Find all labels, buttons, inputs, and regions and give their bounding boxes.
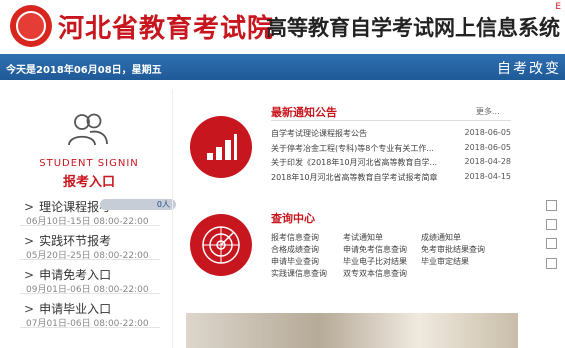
radar-icon xyxy=(190,214,252,276)
date-bar: 今天是2018年06月08日，星期五 自考改变 xyxy=(0,54,565,80)
menu-item-label: 申请免考入口 xyxy=(24,266,111,283)
side-checkbox[interactable] xyxy=(546,200,557,211)
signin-menu: 理论课程报考 0人 06月10日-15日 08:00-22:00 实践环节报考 … xyxy=(20,192,176,329)
side-checkbox[interactable] xyxy=(546,219,557,230)
news-item-date: 2018-06-05 xyxy=(464,142,512,152)
system-title: 高等教育自学考试网上信息系统 xyxy=(266,16,560,40)
menu-item-theory[interactable]: 理论课程报考 0人 06月10日-15日 08:00-22:00 xyxy=(20,192,176,227)
count-badge: 0人 xyxy=(100,199,176,210)
query-link[interactable]: 申请毕业查询 xyxy=(271,256,319,267)
logo-icon xyxy=(10,5,52,47)
query-link[interactable]: 成绩通知单 xyxy=(421,232,461,243)
news-item[interactable]: 关于印发《2018年10月河北省高等教育自学... 2018-04-28 xyxy=(271,156,515,171)
query-section-title: 查询中心 xyxy=(271,212,315,225)
news-section-title: 最新通知公告 xyxy=(271,106,337,119)
news-item[interactable]: 自学考试理论课程报考公告 2018-06-05 xyxy=(271,127,515,142)
news-divider xyxy=(271,120,511,121)
query-link[interactable]: 考试通知单 xyxy=(343,232,383,243)
current-date: 今天是2018年06月08日，星期五 xyxy=(6,65,162,76)
column-divider xyxy=(172,90,173,348)
signin-title-en: STUDENT SIGNIN xyxy=(39,158,139,169)
query-link[interactable]: 报考信息查询 xyxy=(271,232,319,243)
news-item-date: 2018-04-15 xyxy=(464,171,512,181)
users-icon xyxy=(68,113,108,146)
query-link[interactable]: 毕业审定结果 xyxy=(421,256,469,267)
news-item-date: 2018-04-28 xyxy=(464,157,512,166)
news-more-link[interactable]: 更多... xyxy=(476,106,500,117)
query-link[interactable]: 双专双本信息查询 xyxy=(343,268,407,279)
query-link[interactable]: 申请免考信息查询 xyxy=(343,244,407,255)
query-link[interactable]: 实践课信息查询 xyxy=(271,268,327,279)
site-title: 河北省教育考试院 xyxy=(58,14,275,44)
menu-item-label: 实践环节报考 xyxy=(24,232,111,249)
menu-item-practice[interactable]: 实践环节报考 05月20日-25日 08:00-22:00 xyxy=(20,226,160,261)
query-link[interactable]: 合格成绩查询 xyxy=(271,244,319,255)
side-checkbox[interactable] xyxy=(546,238,557,249)
banner-image xyxy=(186,313,518,348)
news-item-title: 2018年10月河北省高等教育自学考试报考简章 xyxy=(271,172,438,182)
query-link[interactable]: 毕业电子比对结果 xyxy=(343,256,407,267)
menu-item-label: 理论课程报考 xyxy=(24,198,111,215)
side-checkbox[interactable] xyxy=(546,258,557,269)
bar-slogan: 自考改变 xyxy=(497,61,561,77)
news-list: 自学考试理论课程报考公告 2018-06-05 关于停考冶金工程(专科)等8个专… xyxy=(271,127,515,185)
menu-item-graduation[interactable]: 申请毕业入口 07月01日-06日 08:00-22:00 xyxy=(20,294,160,329)
news-item-title: 关于停考冶金工程(专科)等8个专业有关工作... xyxy=(271,143,434,153)
news-item[interactable]: 2018年10月河北省高等教育自学考试报考简章 2018-04-15 xyxy=(271,171,515,186)
news-item-title: 自学考试理论课程报考公告 xyxy=(271,129,367,138)
corner-link[interactable]: E xyxy=(555,2,561,12)
signin-title-zh: 报考入口 xyxy=(62,175,115,190)
news-item[interactable]: 关于停考冶金工程(专科)等8个专业有关工作... 2018-06-05 xyxy=(271,142,515,157)
news-icon xyxy=(190,116,252,178)
query-link[interactable]: 免考审批结果查询 xyxy=(421,244,485,255)
menu-item-date: 07月01日-06日 08:00-22:00 xyxy=(26,319,149,329)
menu-item-exemption[interactable]: 申请免考入口 09月01日-06日 08:00-22:00 xyxy=(20,260,160,295)
menu-item-label: 申请毕业入口 xyxy=(24,300,111,317)
news-item-date: 2018-06-05 xyxy=(464,128,512,137)
news-item-title: 关于印发《2018年10月河北省高等教育自学... xyxy=(271,158,438,167)
header: 河北省教育考试院 高等教育自学考试网上信息系统 E xyxy=(0,0,565,54)
